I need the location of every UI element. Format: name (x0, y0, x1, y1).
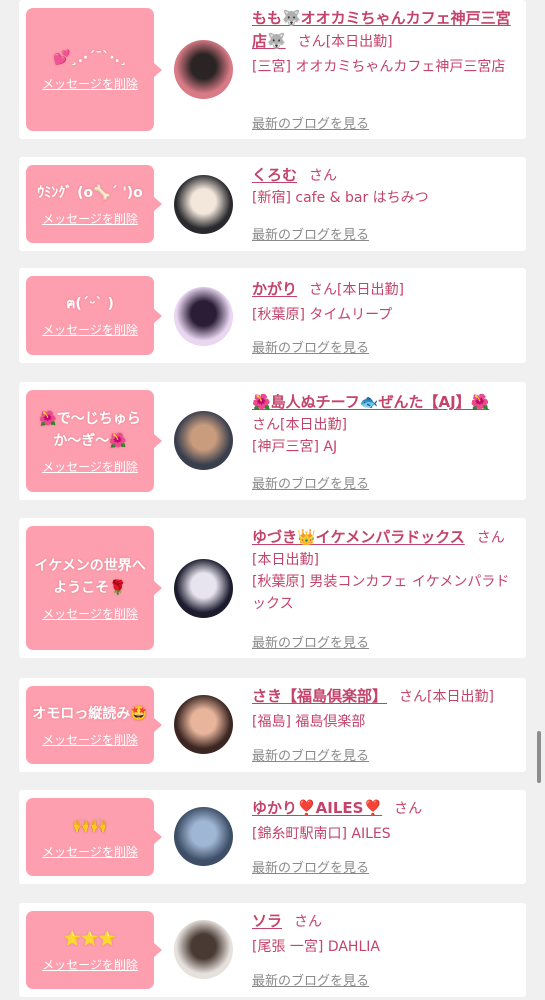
today-badge: [本日出勤] (280, 417, 347, 433)
delete-message-link[interactable]: メッセージを削除 (42, 321, 138, 338)
message-bubble: イケメンの世界へようこそ🌹 メッセージを削除 (26, 526, 162, 650)
blog-link[interactable]: 最新のブログを見る (252, 113, 369, 132)
cast-name-link[interactable]: さき【福島倶楽部】 (252, 687, 387, 705)
blog-link[interactable]: 最新のブログを見る (252, 970, 369, 989)
honorific: さん (294, 914, 323, 930)
message-text: ฅ(ˊᵕˋ ) (66, 296, 114, 312)
message-bubble: ｳﾐﾝｸﾞ (o🦴´ ')o メッセージを削除 (26, 165, 162, 243)
avatar[interactable] (174, 807, 233, 866)
message-text: オモロっ縦読み🤩 (32, 705, 148, 722)
delete-message-link[interactable]: メッセージを削除 (42, 605, 138, 622)
entry-info: かがり さん[本日出勤] [秋葉原] タイムリープ (252, 278, 518, 326)
message-bubble: 💕¸.·´¯`·.¸ メッセージを削除 (26, 8, 162, 131)
delete-message-link[interactable]: メッセージを削除 (42, 843, 138, 860)
message-text: ⭐⭐⭐ (63, 930, 117, 947)
list-item: ฅ(ˊᵕˋ ) メッセージを削除 かがり さん[本日出勤] [秋葉原] タイムリー… (19, 268, 526, 363)
avatar[interactable] (174, 411, 233, 470)
blog-link[interactable]: 最新のブログを見る (252, 337, 369, 356)
cast-name-link[interactable]: ゆかり❣️AILES❣️ (252, 799, 382, 817)
cast-name-link[interactable]: ソラ (252, 912, 282, 930)
message-bubble: オモロっ縦読み🤩 メッセージを削除 (26, 686, 162, 764)
shop-name: [新宿] cafe & bar はちみつ (252, 190, 429, 206)
honorific: さん (309, 282, 338, 298)
message-bubble: ฅ(ˊᵕˋ ) メッセージを削除 (26, 276, 162, 355)
shop-name: [尾張 一宮] DAHLIA (252, 939, 380, 955)
message-text: 🌺で〜じちゅらか〜ぎ〜🌺 (39, 410, 141, 449)
list-item: 🌺で〜じちゅらか〜ぎ〜🌺 メッセージを削除 🌺島人ぬチーフ🐟ぜんた【AJ】🌺 さ… (19, 382, 526, 500)
honorific: さん (297, 34, 326, 50)
blog-link[interactable]: 最新のブログを見る (252, 473, 369, 492)
avatar[interactable] (174, 40, 233, 99)
entry-info: くろむ さん [新宿] cafe & bar はちみつ (252, 164, 518, 209)
message-text: イケメンの世界へようこそ🌹 (34, 557, 146, 596)
message-text: ｳﾐﾝｸﾞ (o🦴´ ')o (37, 184, 143, 201)
avatar[interactable] (174, 695, 233, 754)
scrollbar-thumb[interactable] (537, 731, 541, 783)
blog-link[interactable]: 最新のブログを見る (252, 745, 369, 764)
cast-name-link[interactable]: くろむ (252, 166, 297, 184)
message-list: 💕¸.·´¯`·.¸ メッセージを削除 もも🐺オオカミちゃんカフェ神戸三宮店🐺 さ… (0, 0, 545, 1000)
shop-name: [錦糸町駅南口] AILES (252, 826, 391, 842)
list-item: ⭐⭐⭐ メッセージを削除 ソラ さん [尾張 一宮] DAHLIA 最新のブログを… (19, 903, 526, 997)
shop-name: [福島] 福島倶楽部 (252, 714, 366, 730)
avatar[interactable] (174, 920, 233, 979)
list-item: イケメンの世界へようこそ🌹 メッセージを削除 ゆづき👑イケメンパラドックス さん … (19, 518, 526, 658)
delete-message-link[interactable]: メッセージを削除 (42, 731, 138, 748)
honorific: さん (394, 801, 423, 817)
cast-name-link[interactable]: ゆづき👑イケメンパラドックス (252, 528, 465, 546)
today-badge: [本日出勤] (427, 689, 494, 705)
avatar[interactable] (174, 287, 233, 346)
message-text: 💕¸.·´¯`·.¸ (53, 50, 127, 66)
cast-name-link[interactable]: 🌺島人ぬチーフ🐟ぜんた【AJ】🌺 (252, 393, 489, 411)
cast-name-link[interactable]: かがり (252, 280, 297, 298)
list-item: オモロっ縦読み🤩 メッセージを削除 さき【福島倶楽部】 さん[本日出勤] [福島]… (19, 678, 526, 772)
message-bubble: 🌺で〜じちゅらか〜ぎ〜🌺 メッセージを削除 (26, 390, 162, 492)
blog-link[interactable]: 最新のブログを見る (252, 857, 369, 876)
shop-name: [秋葉原] タイムリープ (252, 307, 393, 323)
today-badge: [本日出勤] (325, 34, 393, 50)
message-text: 🙌🙌 (72, 817, 108, 834)
blog-link[interactable]: 最新のブログを見る (252, 224, 369, 243)
avatar[interactable] (174, 559, 233, 618)
entry-info: ソラ さん [尾張 一宮] DAHLIA (252, 910, 518, 958)
list-item: 🙌🙌 メッセージを削除 ゆかり❣️AILES❣️ さん [錦糸町駅南口] AILE… (19, 790, 526, 884)
entry-info: 🌺島人ぬチーフ🐟ぜんた【AJ】🌺 さん[本日出勤] [神戸三宮] AJ (252, 391, 518, 458)
avatar[interactable] (174, 175, 233, 234)
delete-message-link[interactable]: メッセージを削除 (42, 458, 138, 475)
today-badge: [本日出勤] (337, 282, 404, 298)
honorific: さん (309, 168, 338, 184)
message-bubble: 🙌🙌 メッセージを削除 (26, 798, 162, 876)
entry-info: もも🐺オオカミちゃんカフェ神戸三宮店🐺 さん[本日出勤] [三宮] オオカミちゃん… (252, 7, 518, 78)
message-bubble: ⭐⭐⭐ メッセージを削除 (26, 911, 162, 989)
shop-name: [秋葉原] 男装コンカフェ イケメンパラドックス (252, 574, 510, 612)
shop-name: [神戸三宮] AJ (252, 439, 338, 455)
honorific: さん (476, 530, 505, 546)
delete-message-link[interactable]: メッセージを削除 (42, 956, 138, 973)
honorific: さん (399, 689, 428, 705)
list-item: 💕¸.·´¯`·.¸ メッセージを削除 もも🐺オオカミちゃんカフェ神戸三宮店🐺 さ… (19, 0, 526, 139)
entry-info: さき【福島倶楽部】 さん[本日出勤] [福島] 福島倶楽部 (252, 685, 518, 733)
delete-message-link[interactable]: メッセージを削除 (42, 75, 138, 92)
delete-message-link[interactable]: メッセージを削除 (42, 210, 138, 227)
shop-name: [三宮] オオカミちゃんカフェ神戸三宮店 (252, 59, 506, 75)
list-item: ｳﾐﾝｸﾞ (o🦴´ ')o メッセージを削除 くろむ さん [新宿] cafe … (19, 157, 526, 251)
honorific: さん (252, 417, 280, 433)
blog-link[interactable]: 最新のブログを見る (252, 632, 369, 651)
entry-info: ゆづき👑イケメンパラドックス さん [本日出勤] [秋葉原] 男装コンカフェ イケ… (252, 526, 518, 615)
entry-info: ゆかり❣️AILES❣️ さん [錦糸町駅南口] AILES (252, 797, 518, 845)
today-badge: [本日出勤] (252, 552, 319, 568)
